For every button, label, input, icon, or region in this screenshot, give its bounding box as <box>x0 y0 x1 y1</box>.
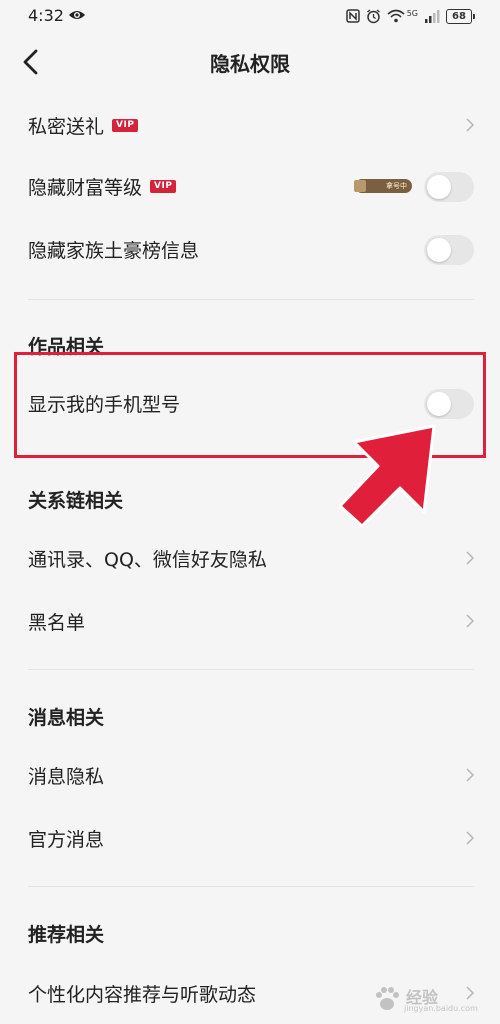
wifi-icon <box>387 9 405 23</box>
message-privacy-label: 消息隐私 <box>28 766 105 788</box>
status-time: 4:32 <box>28 6 64 25</box>
section-title-relations: 关系链相关 <box>28 490 124 512</box>
vip-badge: VIP <box>150 180 177 193</box>
watermark-url: jingyan.baidu.com <box>404 1004 478 1013</box>
chevron-right-icon <box>466 768 474 782</box>
row-contacts-privacy[interactable]: 通讯录、QQ、微信好友隐私 <box>0 527 500 589</box>
signal-icon <box>425 10 440 23</box>
toggle-knob <box>427 175 451 199</box>
status-bar: 4:32 5G 68 <box>0 0 500 34</box>
row-private-gift[interactable]: 私密送礼 VIP <box>0 94 500 156</box>
show-phone-label: 显示我的手机型号 <box>28 394 181 416</box>
row-message-privacy[interactable]: 消息隐私 <box>0 744 500 806</box>
paw-logo-icon <box>376 987 399 1010</box>
chevron-right-icon <box>466 118 474 132</box>
nfc-icon <box>345 9 360 23</box>
toggle-knob <box>427 392 451 416</box>
hide-family-label: 隐藏家族土豪榜信息 <box>28 240 200 262</box>
section-title-works: 作品相关 <box>28 336 105 358</box>
hide-wealth-label: 隐藏财富等级 <box>28 177 143 199</box>
divider <box>28 299 474 300</box>
nav-bar: 隐私权限 <box>0 34 500 90</box>
contacts-privacy-label: 通讯录、QQ、微信好友隐私 <box>28 549 267 571</box>
blacklist-label: 黑名单 <box>28 612 86 634</box>
network-type: 5G <box>406 8 418 18</box>
row-label: 私密送礼 VIP <box>28 112 139 139</box>
private-gift-label: 私密送礼 <box>28 116 105 138</box>
trial-badge: 拿号中 <box>354 179 412 193</box>
row-blacklist[interactable]: 黑名单 <box>0 590 500 652</box>
chevron-right-icon <box>466 614 474 628</box>
vip-badge: VIP <box>112 119 139 132</box>
row-label: 隐藏财富等级 VIP <box>28 173 177 200</box>
eye-icon <box>69 11 85 19</box>
official-messages-label: 官方消息 <box>28 829 105 851</box>
divider <box>28 886 474 887</box>
hide-family-toggle[interactable] <box>424 235 474 265</box>
watermark: 经验 jingyan.baidu.com <box>368 982 478 1018</box>
row-hide-family-rank: 隐藏家族土豪榜信息 <box>0 218 500 280</box>
section-title-messages: 消息相关 <box>28 707 105 729</box>
divider <box>28 669 474 670</box>
toggle-knob <box>427 238 451 262</box>
hide-wealth-toggle[interactable] <box>424 172 474 202</box>
page-title: 隐私权限 <box>210 52 290 76</box>
battery-icon: 68 <box>446 8 475 24</box>
alarm-icon <box>366 8 380 23</box>
chevron-right-icon <box>466 551 474 565</box>
show-phone-model-toggle[interactable] <box>424 389 474 419</box>
row-show-phone-model: 显示我的手机型号 <box>0 372 500 434</box>
row-official-messages[interactable]: 官方消息 <box>0 807 500 869</box>
personalized-recommend-label: 个性化内容推荐与听歌动态 <box>28 984 257 1006</box>
annotation-arrow-icon <box>338 424 436 528</box>
row-hide-wealth-level: 隐藏财富等级 VIP 拿号中 <box>0 155 500 217</box>
chevron-right-icon <box>466 831 474 845</box>
status-icons: 5G 68 <box>345 7 475 25</box>
section-title-recommend: 推荐相关 <box>28 924 105 946</box>
